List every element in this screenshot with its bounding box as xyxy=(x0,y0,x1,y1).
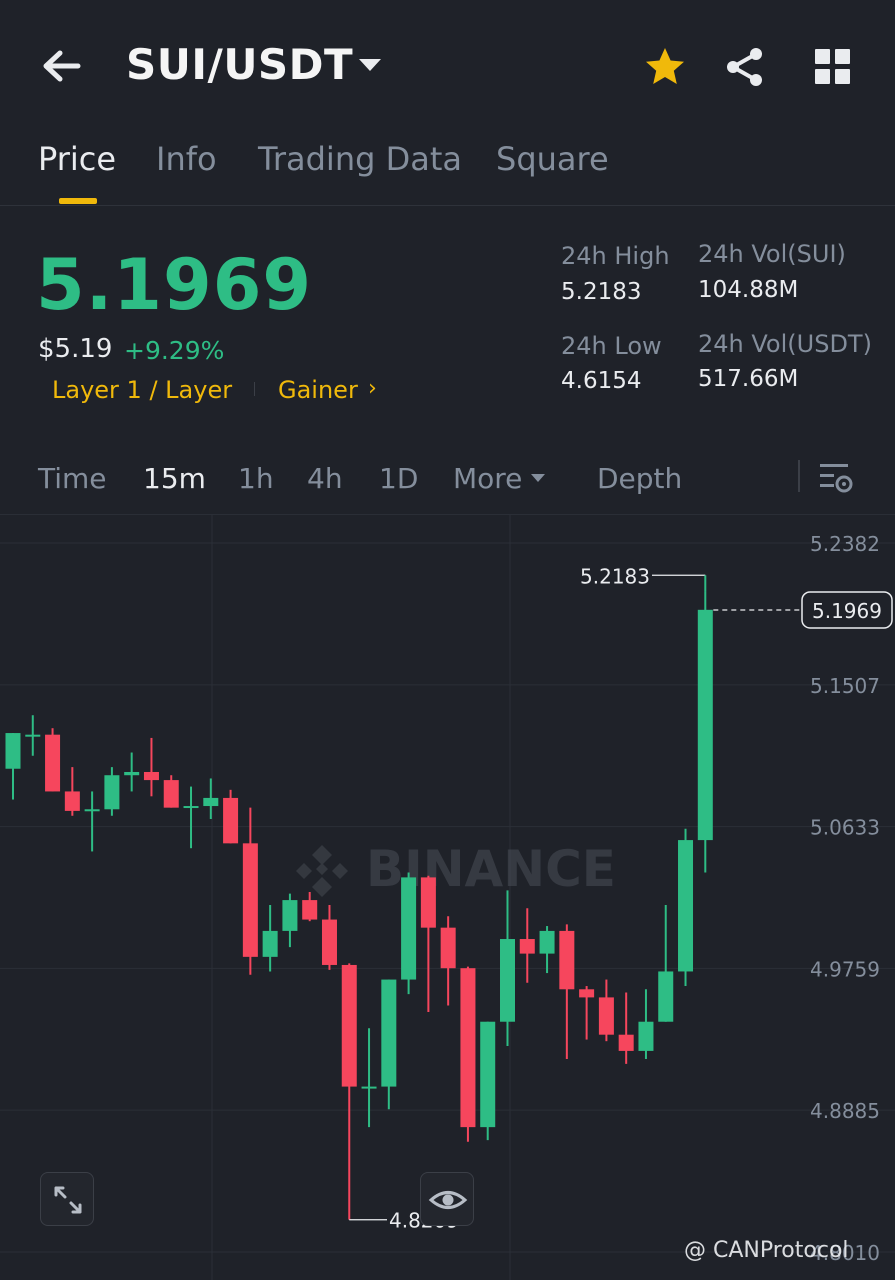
candle-body xyxy=(519,939,535,954)
candle-body xyxy=(104,775,120,810)
vol-quote-label: 24h Vol(USDT) xyxy=(698,330,872,358)
binance-watermark: BINANCE xyxy=(296,840,616,898)
interval-separator xyxy=(798,460,800,492)
interval-more[interactable]: More xyxy=(453,462,522,495)
candle-body xyxy=(480,1021,496,1128)
y-tick-label: 4.9759 xyxy=(810,957,880,981)
category-tag-layer[interactable]: Layer 1 / Layer xyxy=(52,376,232,404)
fullscreen-button[interactable] xyxy=(40,1172,94,1226)
chevron-right-icon[interactable]: › xyxy=(368,376,377,401)
vol-base-value: 104.88M xyxy=(698,277,799,303)
candle-body xyxy=(559,930,575,990)
candle-body xyxy=(460,968,476,1128)
candle-body xyxy=(163,780,179,808)
candle-body xyxy=(440,927,456,969)
interval-1h[interactable]: 1h xyxy=(238,462,274,495)
candle-body xyxy=(420,877,436,928)
y-tick-label: 4.8885 xyxy=(810,1099,880,1123)
tab-trading-data[interactable]: Trading Data xyxy=(258,140,462,178)
y-tick-label: 5.2382 xyxy=(810,532,880,556)
candle-body xyxy=(500,939,515,1022)
interval-time[interactable]: Time xyxy=(38,462,107,495)
candlestick-chart[interactable]: BINANCE 5.23825.15075.06334.97594.88854.… xyxy=(0,515,895,1280)
high-value: 5.2183 xyxy=(561,279,642,305)
vol-base-label: 24h Vol(SUI) xyxy=(698,240,846,268)
candle-body xyxy=(638,1021,654,1051)
tab-info[interactable]: Info xyxy=(156,140,217,178)
last-price: 5.1969 xyxy=(36,244,313,326)
candle-body xyxy=(183,806,199,809)
low-label: 24h Low xyxy=(561,332,662,360)
grid-icon[interactable] xyxy=(812,46,854,88)
interval-1d[interactable]: 1D xyxy=(379,462,418,495)
candle-body xyxy=(678,840,694,972)
candle-body xyxy=(242,843,258,957)
active-tab-indicator xyxy=(59,198,97,204)
tab-price[interactable]: Price xyxy=(38,140,116,178)
back-arrow-icon[interactable] xyxy=(38,44,86,88)
attribution-watermark: @ CANProtocol xyxy=(684,1238,849,1263)
current-price-label: 5.1969 xyxy=(812,599,882,623)
divider xyxy=(0,205,895,206)
high-marker-label: 5.2183 xyxy=(580,564,650,588)
caret-down-icon[interactable] xyxy=(530,472,546,484)
candle-body xyxy=(381,979,397,1087)
candle-body xyxy=(203,797,219,807)
candle-body xyxy=(84,809,100,812)
expand-icon xyxy=(54,1186,82,1214)
candle-body xyxy=(697,609,713,841)
vol-quote-value: 517.66M xyxy=(698,366,799,392)
candle-body xyxy=(45,734,61,792)
tab-depth[interactable]: Depth xyxy=(597,462,682,495)
candle-body xyxy=(361,1086,377,1089)
chart-settings-icon[interactable] xyxy=(818,460,854,496)
candle-body xyxy=(223,797,239,844)
price-change-percent: +9.29% xyxy=(124,336,225,365)
y-tick-label: 5.1507 xyxy=(810,674,880,698)
price-axis: 5.23825.15075.06334.97594.88854.8010 xyxy=(810,532,880,1265)
caret-down-icon[interactable] xyxy=(357,56,383,74)
low-value: 4.6154 xyxy=(561,368,642,394)
candle-body xyxy=(25,734,41,737)
candle-body xyxy=(124,771,140,776)
candle-body xyxy=(282,900,298,931)
tag-separator xyxy=(254,382,255,396)
candle-body xyxy=(658,971,674,1022)
interval-15m[interactable]: 15m xyxy=(143,462,206,495)
high-label: 24h High xyxy=(561,242,670,270)
candle-body xyxy=(579,989,595,998)
top-bar: SUI/USDT xyxy=(0,0,895,130)
candle-body xyxy=(618,1034,634,1051)
interval-4h[interactable]: 4h xyxy=(307,462,343,495)
y-tick-label: 5.0633 xyxy=(810,816,880,840)
candle-body xyxy=(598,997,614,1035)
candle-body xyxy=(262,930,278,957)
share-icon[interactable] xyxy=(722,44,768,90)
pair-title[interactable]: SUI/USDT xyxy=(126,40,353,89)
candle-body xyxy=(539,930,555,954)
candle-body xyxy=(401,877,417,980)
tab-square[interactable]: Square xyxy=(496,140,609,178)
star-icon[interactable] xyxy=(642,44,688,90)
eye-icon xyxy=(428,1191,468,1209)
candle-body xyxy=(302,900,318,920)
candle-body xyxy=(64,791,80,811)
visibility-toggle-button[interactable] xyxy=(420,1172,474,1226)
candle-body xyxy=(5,733,21,769)
category-tag-gainer[interactable]: Gainer xyxy=(278,376,358,404)
candles xyxy=(5,591,713,1220)
candle-body xyxy=(341,964,357,1087)
candle-body xyxy=(321,919,337,965)
candle-body xyxy=(143,771,159,781)
usd-price: $5.19 xyxy=(38,334,113,364)
